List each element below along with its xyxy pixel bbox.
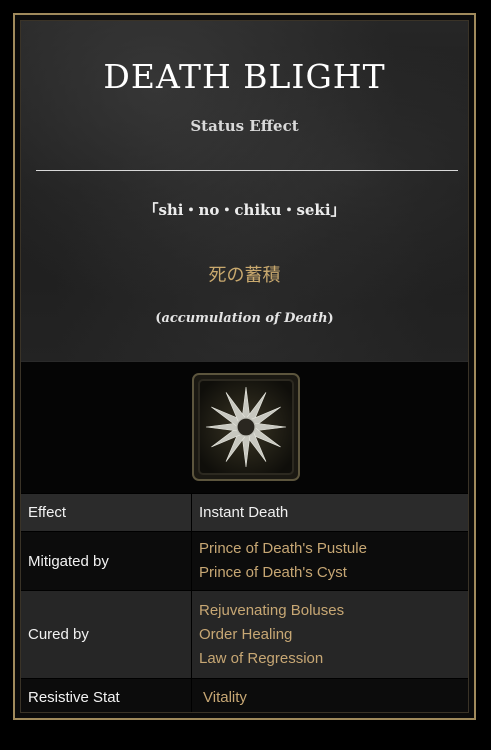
translation: (accumulation of Death) — [21, 311, 468, 326]
page-subtitle: Status Effect — [190, 117, 299, 135]
resistive-stat-cell: Vitality — [191, 678, 468, 712]
link-order-healing[interactable]: Order Healing — [199, 623, 468, 647]
table-row-mitigated-by: Mitigated by Prince of Death's Pustule P… — [21, 531, 468, 591]
link-law-of-regression[interactable]: Law of Regression — [199, 647, 468, 671]
table-row-effect: Effect Instant Death — [21, 493, 468, 532]
table-row-resistive-stat: Resistive Stat Vitality — [21, 678, 468, 712]
translation-close-paren: ) — [327, 311, 334, 326]
link-vitality[interactable]: Vitality — [199, 689, 247, 706]
effect-label: Effect — [21, 493, 192, 532]
cured-by-cell: Rejuvenating Boluses Order Healing Law o… — [191, 590, 468, 679]
japanese-name: 死の蓄積 — [208, 265, 281, 286]
status-card-frame: DEATH BLIGHT Status Effect 「shi・no・chiku… — [13, 13, 476, 720]
translation-text: accumulation of Death — [161, 311, 328, 326]
effect-value-cell: Instant Death — [191, 493, 468, 532]
romaji-reading: 「shi・no・chiku・seki」 — [143, 201, 346, 219]
status-card: DEATH BLIGHT Status Effect 「shi・no・chiku… — [20, 20, 469, 713]
link-prince-of-deaths-pustule[interactable]: Prince of Death's Pustule — [199, 537, 468, 561]
resistive-stat-label: Resistive Stat — [21, 678, 192, 712]
status-info-table: Effect Instant Death Mitigated by Prince… — [21, 493, 468, 712]
effect-value: Instant Death — [199, 504, 289, 521]
mitigated-by-label: Mitigated by — [21, 531, 192, 591]
mitigated-by-cell: Prince of Death's Pustule Prince of Deat… — [191, 531, 468, 591]
page-title: DEATH BLIGHT — [103, 57, 386, 96]
cured-by-label: Cured by — [21, 590, 192, 679]
table-row-cured-by: Cured by Rejuvenating Boluses Order Heal… — [21, 590, 468, 679]
link-rejuvenating-boluses[interactable]: Rejuvenating Boluses — [199, 599, 468, 623]
header-divider — [36, 170, 458, 171]
card-header: DEATH BLIGHT Status Effect 「shi・no・chiku… — [21, 21, 468, 361]
link-prince-of-deaths-cyst[interactable]: Prince of Death's Cyst — [199, 561, 468, 585]
icon-panel — [21, 361, 468, 494]
death-blight-icon — [191, 372, 301, 482]
